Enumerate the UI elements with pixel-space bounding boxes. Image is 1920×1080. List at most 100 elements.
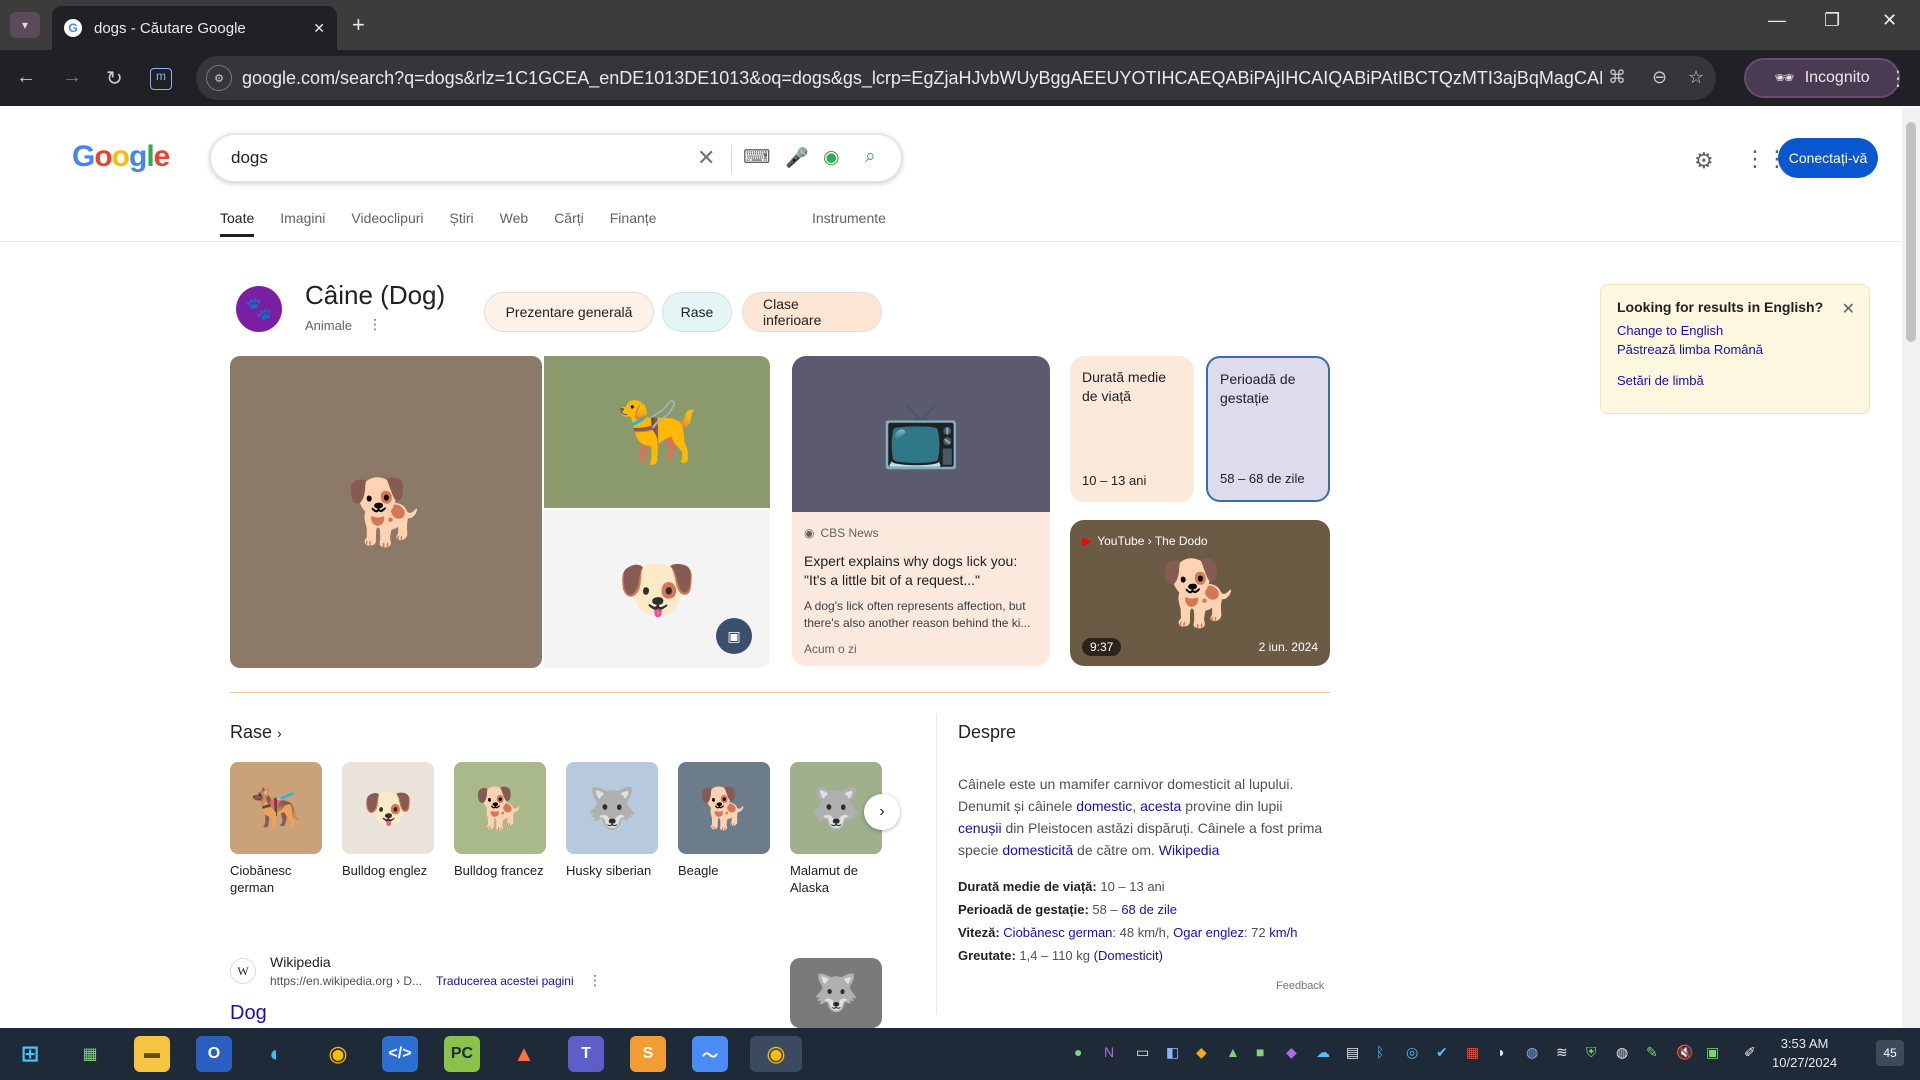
breed-item[interactable]: 🐶 Bulldog englez: [342, 762, 436, 879]
tab-close-icon[interactable]: ✕: [313, 20, 325, 37]
breed-item[interactable]: 🐕‍🦺 Ciobănesc german: [230, 762, 324, 896]
bookmark-star-icon[interactable]: ☆: [1688, 67, 1704, 88]
news-image[interactable]: 📺: [792, 356, 1050, 512]
task-view-icon[interactable]: ▦: [72, 1036, 108, 1072]
translate-icon[interactable]: ⌘: [1608, 67, 1626, 88]
search-box[interactable]: dogs ✕ ⌨ 🎤 ◉ ⌕: [210, 134, 902, 182]
tab-web[interactable]: Web: [500, 210, 529, 237]
back-icon[interactable]: ←: [16, 66, 36, 89]
tab-search-button[interactable]: ▾: [10, 12, 40, 38]
volume-muted-icon[interactable]: 🔇: [1676, 1044, 1693, 1061]
result-more-icon[interactable]: ⋮: [588, 972, 602, 989]
chip-overview[interactable]: Prezentare generală: [484, 292, 654, 332]
search-input[interactable]: dogs: [231, 148, 268, 168]
signin-button[interactable]: Conectați-vă: [1778, 138, 1878, 178]
link-domesticita[interactable]: domesticită: [1002, 842, 1073, 858]
link-wikipedia[interactable]: Wikipedia: [1159, 842, 1220, 858]
notification-badge[interactable]: 45: [1876, 1040, 1904, 1066]
address-bar[interactable]: ⚙ google.com/search?q=dogs&rlz=1C1GCEA_e…: [196, 56, 1716, 100]
breed-item[interactable]: 🐕 Bulldog francez: [454, 762, 548, 879]
chip-subclasses[interactable]: Clase inferioare: [742, 292, 882, 332]
chrome-incognito-icon[interactable]: ◉: [750, 1036, 802, 1072]
breed-item[interactable]: 🐺 Husky siberian: [566, 762, 660, 879]
link-cenusii[interactable]: cenușii: [958, 820, 1002, 836]
vscode-icon[interactable]: </>: [382, 1036, 418, 1072]
onedrive-icon[interactable]: ☁: [1316, 1044, 1330, 1061]
chip-breeds[interactable]: Rase: [662, 292, 732, 332]
photos-icon[interactable]: 〜: [692, 1036, 728, 1072]
keyboard-icon[interactable]: ⌨: [743, 146, 770, 169]
video-card[interactable]: 🐕 ▶ YouTube › The Dodo 9:37 2 iun. 2024: [1070, 520, 1330, 666]
tab-news[interactable]: Știri: [450, 210, 474, 237]
reload-icon[interactable]: ↻: [106, 66, 123, 91]
fact-card-gestation[interactable]: Perioadă de gestație 58 – 68 de zile: [1206, 356, 1330, 502]
tray-check-icon[interactable]: ✔: [1436, 1044, 1448, 1061]
tab-all[interactable]: Toate: [220, 210, 255, 237]
network-globe-icon[interactable]: ◍: [1616, 1044, 1628, 1061]
link-acesta[interactable]: acesta: [1140, 798, 1181, 814]
tray-app-icon[interactable]: ▤: [1346, 1044, 1359, 1061]
clear-search-icon[interactable]: ✕: [697, 145, 715, 171]
zoom-icon[interactable]: ⊖: [1652, 67, 1667, 88]
extension-icon[interactable]: m: [150, 68, 172, 90]
search-submit-icon[interactable]: ⌕: [865, 146, 876, 168]
entity-more-icon[interactable]: ⋮: [368, 316, 382, 333]
new-tab-button[interactable]: +: [352, 12, 365, 38]
chrome-icon[interactable]: ◉: [320, 1036, 356, 1072]
golden-retriever-image[interactable]: 🦮: [544, 356, 770, 508]
onenote-icon[interactable]: N: [1104, 1044, 1114, 1060]
tab-books[interactable]: Cărți: [554, 210, 584, 237]
scrollbar-thumb[interactable]: [1906, 122, 1916, 342]
tab-images[interactable]: Imagini: [280, 210, 325, 237]
tray-windows-icon[interactable]: ◧: [1166, 1044, 1179, 1061]
language-settings-link[interactable]: Setări de limbă: [1617, 373, 1853, 388]
start-menu-icon[interactable]: ⊞: [12, 1036, 48, 1072]
incognito-badge[interactable]: 🕶 Incognito: [1744, 58, 1900, 98]
settings-gear-icon[interactable]: ⚙: [1694, 148, 1714, 174]
translate-page-link[interactable]: Traducerea acestei pagini: [436, 974, 574, 988]
news-headline[interactable]: Expert explains why dogs lick you: "It's…: [804, 552, 1038, 590]
system-clock[interactable]: 3:53 AM 10/27/2024: [1772, 1034, 1837, 1072]
link-greyhound[interactable]: Ogar englez: [1173, 925, 1244, 940]
nvidia-icon[interactable]: ■: [1256, 1044, 1264, 1060]
browser-menu-icon[interactable]: ⋮: [1888, 66, 1908, 91]
wifi-icon[interactable]: ≋: [1556, 1044, 1568, 1061]
lens-icon[interactable]: ◉: [823, 146, 840, 169]
tab-finance[interactable]: Finanțe: [610, 210, 657, 237]
tab-videos[interactable]: Videoclipuri: [351, 210, 423, 237]
security-shield-icon[interactable]: ⛨: [1586, 1044, 1597, 1061]
tray-box-icon[interactable]: ▭: [1136, 1044, 1149, 1061]
page-scrollbar[interactable]: [1902, 108, 1920, 1028]
keep-romanian-link[interactable]: Păstrează limba Română: [1617, 342, 1853, 357]
husky-result-image[interactable]: 🐺: [790, 958, 882, 1028]
matlab-icon[interactable]: ▲: [506, 1036, 542, 1072]
tray-app-icon[interactable]: ◆: [1286, 1044, 1297, 1061]
restore-icon[interactable]: ❐: [1824, 10, 1840, 31]
google-logo[interactable]: Google: [72, 140, 170, 174]
tray-app-icon[interactable]: ◆: [1196, 1044, 1207, 1061]
link-domesticated[interactable]: (Domesticit): [1094, 948, 1163, 963]
change-to-english-link[interactable]: Change to English: [1617, 323, 1853, 338]
edge-icon[interactable]: ◐: [258, 1036, 294, 1072]
fact-card-lifespan[interactable]: Durată medie de viață 10 – 13 ani: [1070, 356, 1194, 502]
pen-menu-icon[interactable]: ✐: [1744, 1044, 1756, 1061]
tray-app-icon[interactable]: ●: [1074, 1044, 1082, 1060]
file-explorer-icon[interactable]: ▬: [134, 1036, 170, 1072]
sublime-icon[interactable]: S: [630, 1036, 666, 1072]
chihuahua-image[interactable]: 🐕: [230, 356, 542, 668]
news-card[interactable]: ◉ CBS News Expert explains why dogs lick …: [792, 512, 1050, 666]
browser-tab-active[interactable]: G dogs - Căutare Google ✕: [52, 6, 337, 50]
breeds-heading[interactable]: Rase ›: [230, 722, 282, 743]
tray-app-icon[interactable]: ◍: [1526, 1044, 1538, 1061]
minimize-icon[interactable]: —: [1768, 10, 1786, 31]
close-prompt-icon[interactable]: ✕: [1842, 299, 1855, 319]
tray-calendar-icon[interactable]: ▦: [1466, 1044, 1479, 1061]
image-gallery-icon[interactable]: ▣: [716, 618, 752, 654]
result-site-name[interactable]: Wikipedia: [270, 954, 331, 970]
close-window-icon[interactable]: ✕: [1882, 10, 1897, 31]
link-german-shepherd[interactable]: Ciobănesc german: [1003, 925, 1112, 940]
breed-item[interactable]: 🐕 Beagle: [678, 762, 772, 879]
outlook-icon[interactable]: O: [196, 1036, 232, 1072]
link-kmh[interactable]: km/h: [1269, 925, 1297, 940]
tray-app-icon[interactable]: ◑: [1496, 1044, 1504, 1060]
